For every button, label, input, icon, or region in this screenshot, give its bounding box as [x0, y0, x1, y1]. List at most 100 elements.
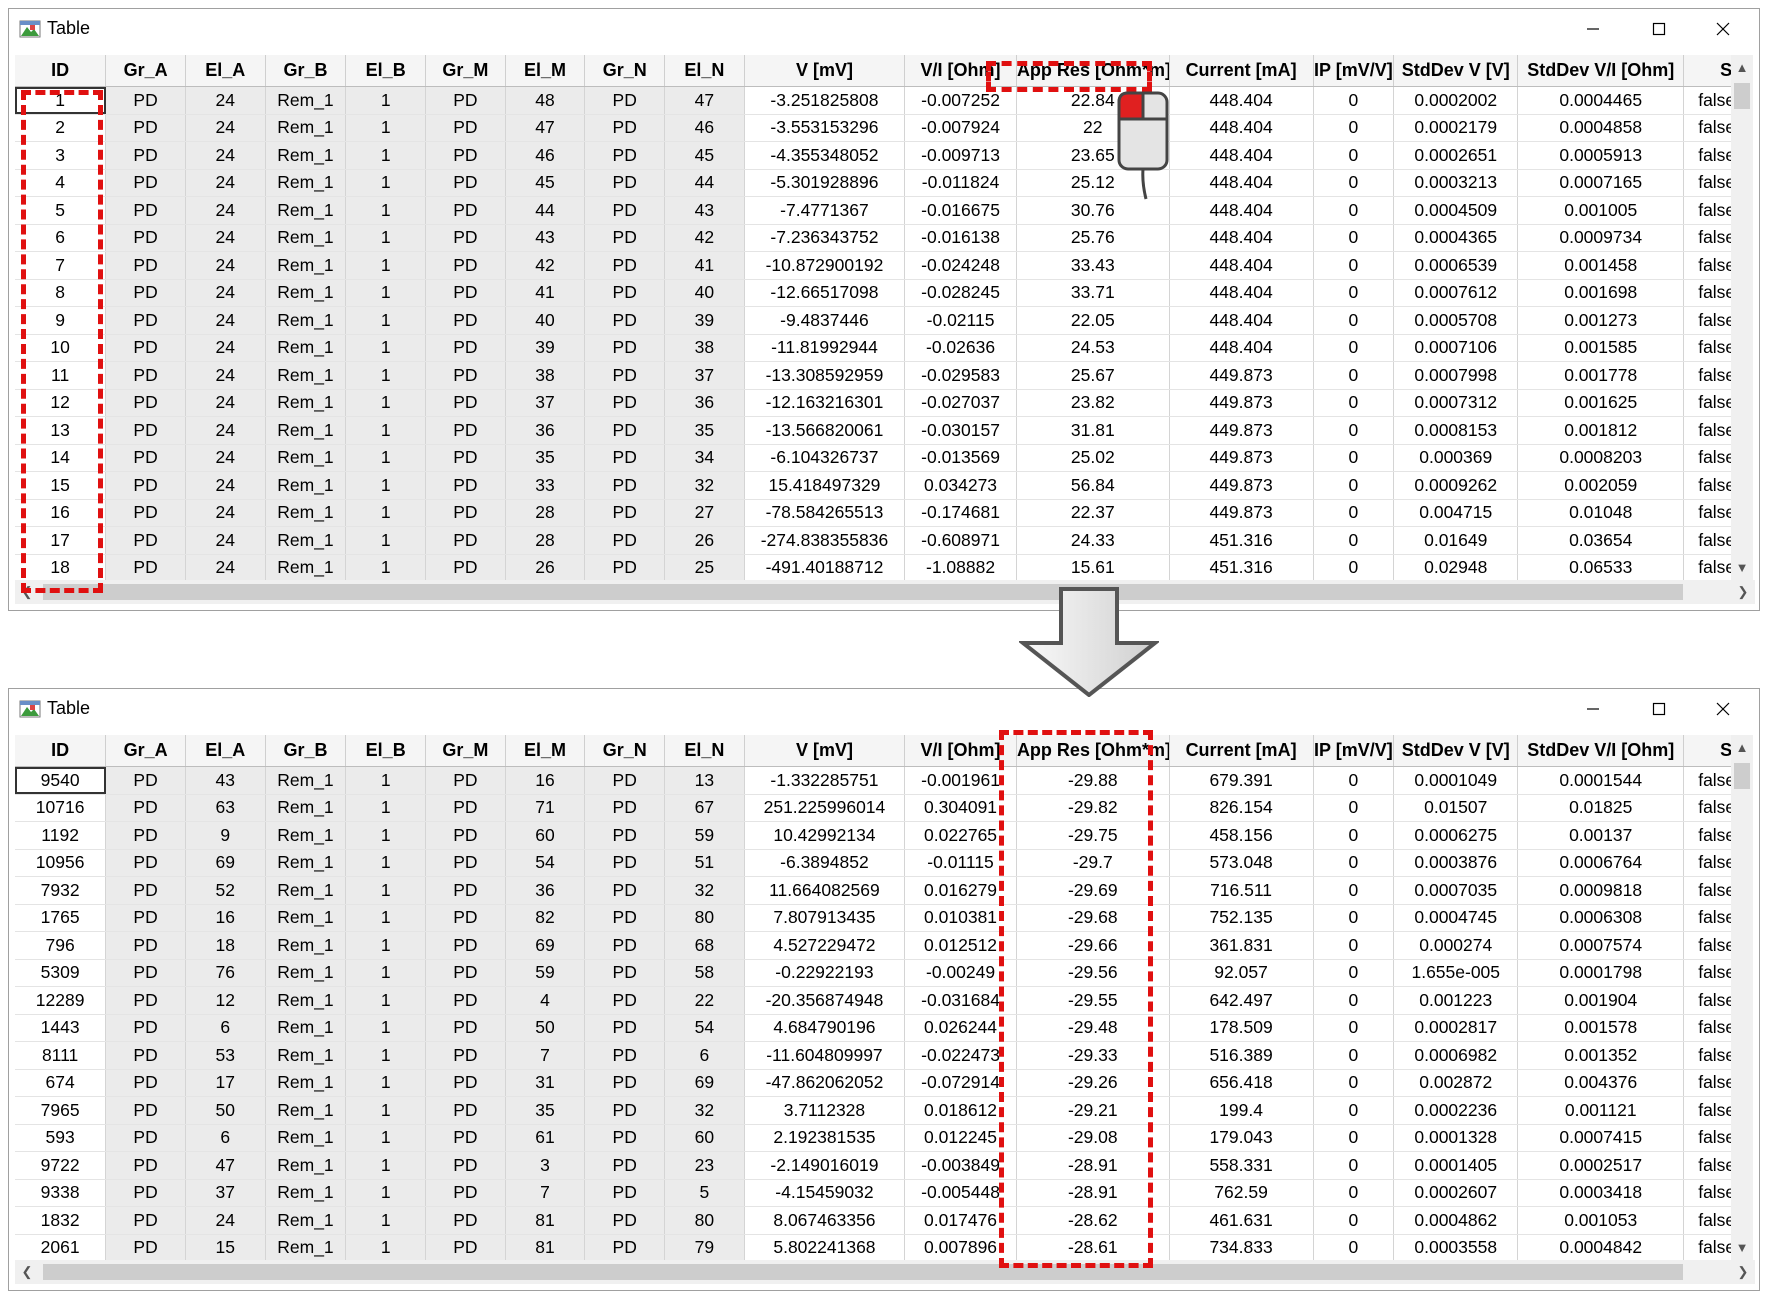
column-header[interactable]: StdDev V/I [Ohm]: [1517, 55, 1685, 87]
table-cell[interactable]: 762.59: [1169, 1179, 1314, 1207]
table-cell[interactable]: Rem_1: [265, 1069, 347, 1097]
table-cell[interactable]: 674: [15, 1069, 107, 1097]
table-cell[interactable]: false: [1683, 876, 1732, 905]
table-cell[interactable]: 1: [345, 499, 427, 527]
vertical-scrollbar[interactable]: ▲ ▼: [1731, 735, 1753, 1261]
table-cell[interactable]: 0.0001405: [1393, 1151, 1519, 1180]
table-cell[interactable]: 17: [15, 526, 107, 555]
column-header[interactable]: Skip: [1683, 735, 1732, 767]
table-cell[interactable]: 1: [345, 334, 427, 362]
table-cell[interactable]: PD: [425, 334, 506, 362]
table-cell[interactable]: 1: [345, 279, 427, 307]
table-cell[interactable]: -274.838355836: [744, 526, 906, 555]
table-cell[interactable]: 43: [505, 224, 586, 252]
table-cell[interactable]: 1: [345, 196, 427, 225]
table-cell[interactable]: PD: [584, 1096, 666, 1125]
table-cell[interactable]: 24: [185, 306, 266, 335]
table-cell[interactable]: 24: [185, 141, 266, 170]
table-cell[interactable]: 0.0003876: [1393, 849, 1519, 877]
table-cell[interactable]: PD: [105, 416, 186, 445]
table-cell[interactable]: 1: [345, 526, 427, 555]
table-cell[interactable]: Rem_1: [265, 389, 347, 417]
table-cell[interactable]: 32: [664, 1096, 745, 1125]
table-cell[interactable]: 1: [345, 554, 427, 581]
table-cell[interactable]: 9540: [15, 766, 107, 795]
table-cell[interactable]: -12.163216301: [744, 389, 906, 417]
table-cell[interactable]: 0.0007574: [1517, 931, 1685, 960]
table-cell[interactable]: -1.332285751: [744, 766, 906, 795]
table-cell[interactable]: PD: [584, 1179, 666, 1207]
table-cell[interactable]: 0: [1313, 959, 1395, 987]
table-cell[interactable]: 0.0006275: [1393, 821, 1519, 850]
table-cell[interactable]: -0.00249: [904, 959, 1017, 987]
table-cell[interactable]: 0.0004858: [1517, 114, 1685, 142]
table-cell[interactable]: Rem_1: [265, 306, 347, 335]
table-row[interactable]: 1832 PD 24 Rem_1 1 PD 81 PD 80 8.067463356 0.01747…: [15, 1206, 1732, 1235]
table-cell[interactable]: 7932: [15, 876, 107, 905]
table-cell[interactable]: -20.356874948: [744, 986, 906, 1015]
table-cell[interactable]: -29.68: [1016, 904, 1170, 932]
table-cell[interactable]: false: [1683, 821, 1732, 850]
vertical-scroll-thumb[interactable]: [1734, 763, 1750, 789]
table-cell[interactable]: PD: [105, 334, 186, 362]
table-cell[interactable]: PD: [105, 306, 186, 335]
table-cell[interactable]: 1443: [15, 1014, 107, 1042]
table-cell[interactable]: 0: [1313, 904, 1395, 932]
table-cell[interactable]: 461.631: [1169, 1206, 1314, 1235]
table-cell[interactable]: 46: [664, 114, 745, 142]
table-cell[interactable]: 449.873: [1169, 471, 1314, 500]
table-cell[interactable]: 2.192381535: [744, 1124, 906, 1152]
table-cell[interactable]: 3: [15, 141, 107, 170]
column-header[interactable]: Gr_M: [425, 735, 506, 767]
table-cell[interactable]: 2: [15, 114, 107, 142]
table-cell[interactable]: 0.034273: [904, 471, 1017, 500]
table-cell[interactable]: 0.0007415: [1517, 1124, 1685, 1152]
table-cell[interactable]: 679.391: [1169, 766, 1314, 795]
table-cell[interactable]: PD: [584, 141, 666, 170]
table-cell[interactable]: 25: [664, 554, 745, 581]
table-cell[interactable]: 69: [505, 931, 586, 960]
table-row[interactable]: 11 PD 24 Rem_1 1 PD 38 PD 37 -13.308592959 -0.0295…: [15, 361, 1732, 390]
table-cell[interactable]: -0.02115: [904, 306, 1017, 335]
column-header[interactable]: App Res [Ohm*m]: [1016, 735, 1170, 767]
table-cell[interactable]: PD: [425, 169, 506, 197]
table-cell[interactable]: 24: [185, 224, 266, 252]
table-cell[interactable]: 0.00137: [1517, 821, 1685, 850]
table-cell[interactable]: PD: [425, 416, 506, 445]
table-cell[interactable]: 8111: [15, 1041, 107, 1070]
table-cell[interactable]: 0.0004842: [1517, 1234, 1685, 1261]
table-cell[interactable]: PD: [105, 1124, 186, 1152]
table-cell[interactable]: 448.404: [1169, 196, 1314, 225]
table-cell[interactable]: 54: [505, 849, 586, 877]
table-cell[interactable]: 448.404: [1169, 334, 1314, 362]
table-row[interactable]: 13 PD 24 Rem_1 1 PD 36 PD 35 -13.566820061 -0.0301…: [15, 416, 1732, 445]
table-cell[interactable]: 0: [1313, 1069, 1395, 1097]
table-cell[interactable]: 1: [345, 169, 427, 197]
table-cell[interactable]: false: [1683, 361, 1732, 390]
table-cell[interactable]: PD: [105, 86, 186, 115]
table-cell[interactable]: false: [1683, 224, 1732, 252]
column-header[interactable]: El_A: [185, 55, 266, 87]
table-cell[interactable]: PD: [425, 526, 506, 555]
maximize-button[interactable]: [1627, 9, 1691, 49]
table-cell[interactable]: PD: [425, 1179, 506, 1207]
table-cell[interactable]: -3.553153296: [744, 114, 906, 142]
table-cell[interactable]: 31.81: [1016, 416, 1170, 445]
table-cell[interactable]: 24: [185, 251, 266, 280]
table-cell[interactable]: 31: [505, 1069, 586, 1097]
table-cell[interactable]: PD: [105, 444, 186, 472]
table-cell[interactable]: 1: [345, 1014, 427, 1042]
table-cell[interactable]: 0.0004365: [1393, 224, 1519, 252]
table-cell[interactable]: 1: [345, 1069, 427, 1097]
table-cell[interactable]: -29.75: [1016, 821, 1170, 850]
table-cell[interactable]: -1.08882: [904, 554, 1017, 581]
table-row[interactable]: 10716 PD 63 Rem_1 1 PD 71 PD 67 251.225996014 0.30…: [15, 794, 1732, 822]
table-cell[interactable]: 0.0007165: [1517, 169, 1685, 197]
table-cell[interactable]: 448.404: [1169, 279, 1314, 307]
table-cell[interactable]: 63: [185, 794, 266, 822]
table-cell[interactable]: PD: [105, 554, 186, 581]
table-cell[interactable]: PD: [425, 904, 506, 932]
close-button[interactable]: [1691, 9, 1755, 49]
table-cell[interactable]: 4: [15, 169, 107, 197]
table-cell[interactable]: 80: [664, 1206, 745, 1235]
